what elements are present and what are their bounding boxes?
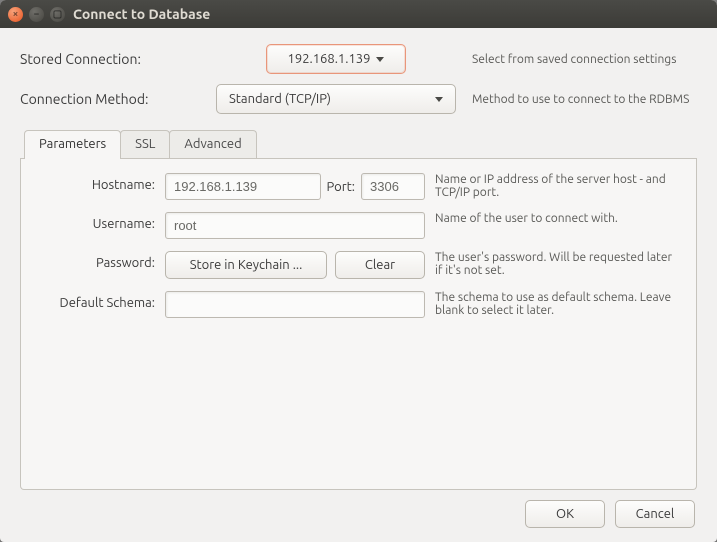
default-schema-input[interactable] (165, 291, 425, 318)
tab-advanced[interactable]: Advanced (169, 130, 256, 158)
dialog-footer: OK Cancel (20, 490, 697, 532)
password-hint: The user's password. Will be requested l… (435, 251, 682, 277)
maximize-icon[interactable]: ▢ (50, 7, 65, 22)
close-icon[interactable]: × (8, 7, 23, 22)
minimize-icon[interactable]: − (29, 7, 44, 22)
stored-connection-row: Stored Connection: 192.168.1.139 Select … (20, 44, 697, 74)
tab-parameters[interactable]: Parameters (24, 130, 121, 159)
username-hint: Name of the user to connect with. (435, 212, 682, 225)
stored-connection-dropdown[interactable]: 192.168.1.139 (266, 44, 406, 74)
connection-method-row: Connection Method: Standard (TCP/IP) Met… (20, 84, 697, 114)
hostname-label: Hostname: (35, 173, 155, 192)
ok-button[interactable]: OK (525, 500, 605, 528)
clear-password-button[interactable]: Clear (335, 251, 425, 279)
hostname-hint: Name or IP address of the server host - … (435, 173, 682, 199)
default-schema-row: Default Schema: The schema to use as def… (35, 291, 682, 318)
password-row: Password: Store in Keychain ... Clear Th… (35, 251, 682, 279)
password-label: Password: (35, 251, 155, 270)
username-row: Username: Name of the user to connect wi… (35, 212, 682, 239)
store-keychain-button[interactable]: Store in Keychain ... (165, 251, 327, 279)
content-area: Stored Connection: 192.168.1.139 Select … (0, 28, 717, 542)
chevron-down-icon (376, 57, 384, 62)
port-input[interactable] (361, 173, 425, 200)
cancel-button[interactable]: Cancel (615, 500, 695, 528)
hostname-input[interactable] (165, 173, 321, 200)
window-buttons: × − ▢ (8, 7, 65, 22)
titlebar: × − ▢ Connect to Database (0, 0, 717, 28)
window-title: Connect to Database (73, 6, 210, 22)
stored-connection-value: 192.168.1.139 (288, 52, 371, 66)
connection-method-dropdown[interactable]: Standard (TCP/IP) (216, 84, 456, 114)
parameters-pane: Hostname: Port: Name or IP address of th… (20, 159, 697, 490)
dialog-window: × − ▢ Connect to Database Stored Connect… (0, 0, 717, 542)
port-label: Port: (325, 180, 357, 194)
connection-method-value: Standard (TCP/IP) (229, 92, 331, 106)
chevron-down-icon (435, 97, 443, 102)
tab-bar: Parameters SSL Advanced (20, 130, 697, 159)
tab-ssl[interactable]: SSL (120, 130, 170, 158)
default-schema-label: Default Schema: (35, 291, 155, 310)
stored-connection-hint: Select from saved connection settings (472, 53, 697, 66)
username-label: Username: (35, 212, 155, 231)
connection-method-label: Connection Method: (20, 91, 200, 107)
connection-method-hint: Method to use to connect to the RDBMS (472, 93, 697, 106)
hostname-row: Hostname: Port: Name or IP address of th… (35, 173, 682, 200)
stored-connection-label: Stored Connection: (20, 51, 200, 67)
username-input[interactable] (165, 212, 425, 239)
default-schema-hint: The schema to use as default schema. Lea… (435, 291, 682, 317)
